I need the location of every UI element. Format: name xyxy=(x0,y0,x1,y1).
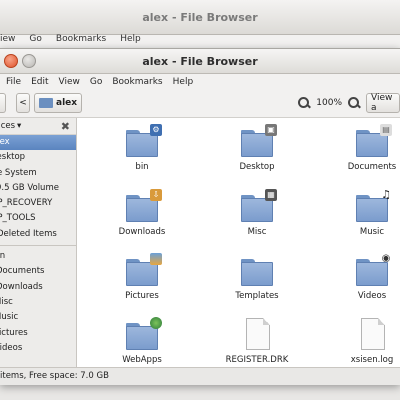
bookmark-music[interactable]: Music xyxy=(0,310,76,325)
folder-icon xyxy=(126,133,158,157)
titlebar: alex - File Browser xyxy=(0,49,400,74)
file-label: WebApps xyxy=(122,355,162,365)
file-label: Downloads xyxy=(118,227,166,237)
close-window-button[interactable] xyxy=(4,54,18,68)
folder-icon xyxy=(241,198,273,222)
file-item-pictures[interactable]: Pictures xyxy=(103,253,181,301)
sidebar-header[interactable]: Places ▾ ✖ xyxy=(0,118,76,135)
sidebar-item-desktop[interactable]: Desktop xyxy=(0,150,76,165)
status-bar: items, Free space: 7.0 GB xyxy=(0,367,400,385)
sidebar: Places ▾ ✖ alex Desktop File System 9.5 … xyxy=(0,118,77,368)
main-content: Places ▾ ✖ alex Desktop File System 9.5 … xyxy=(0,118,400,368)
sidebar-item-hp-tools[interactable]: HP_TOOLS xyxy=(0,211,76,226)
file-label: Desktop xyxy=(239,162,275,172)
menu-go[interactable]: Go xyxy=(90,77,102,87)
zoom-in-icon[interactable] xyxy=(348,97,360,109)
history-button[interactable] xyxy=(0,93,6,113)
bookmark-downloads[interactable]: Downloads xyxy=(0,280,76,295)
back-button[interactable]: < xyxy=(16,93,30,113)
download-icon: ⇩ xyxy=(150,189,162,201)
chevron-down-icon: ▾ xyxy=(17,121,22,131)
file-item-webapps[interactable]: WebApps xyxy=(103,317,181,365)
menubar: File Edit View Go Bookmarks Help xyxy=(0,74,400,89)
file-grid: ⚙ bin ▣ Desktop ▤ Documents ⇩ Downloads xyxy=(77,118,400,368)
folder-icon xyxy=(241,262,273,286)
text-file-icon xyxy=(361,318,385,350)
file-item-downloads[interactable]: ⇩ Downloads xyxy=(103,189,181,237)
folder-icon xyxy=(356,133,388,157)
zoom-controls: 100% View a xyxy=(298,93,400,113)
sidebar-item-alex[interactable]: alex xyxy=(0,135,76,151)
minimize-window-button[interactable] xyxy=(22,54,36,68)
folder-icon xyxy=(126,326,158,350)
desktop-icon: ▣ xyxy=(265,124,277,136)
file-item-register[interactable]: REGISTER.DRK xyxy=(218,317,296,365)
globe-icon xyxy=(150,317,162,329)
file-label: Music xyxy=(359,227,385,237)
bookmark-bin[interactable]: bin xyxy=(0,249,76,264)
document-icon: ▤ xyxy=(380,124,392,136)
menu-view[interactable]: View xyxy=(59,77,80,87)
file-item-templates[interactable]: Templates xyxy=(218,253,296,301)
bookmark-videos[interactable]: Videos xyxy=(0,341,76,356)
file-label: bin xyxy=(135,162,149,172)
window-title: alex - File Browser xyxy=(142,54,258,68)
sidebar-item-hp-recovery[interactable]: HP_RECOVERY xyxy=(0,196,76,211)
menu-go[interactable]: Go xyxy=(29,34,41,49)
folder-icon xyxy=(241,133,273,157)
view-mode-button[interactable]: View a xyxy=(366,93,400,113)
file-item-bin[interactable]: ⚙ bin xyxy=(103,124,181,172)
folder-icon xyxy=(126,198,158,222)
breadcrumb-label: alex xyxy=(56,98,78,108)
file-label: xsisen.log xyxy=(350,355,394,365)
file-item-log[interactable]: xsisen.log xyxy=(333,317,400,365)
film-icon: ◉ xyxy=(381,253,391,264)
file-label: Documents xyxy=(347,162,397,172)
bookmark-documents[interactable]: Documents xyxy=(0,264,76,279)
background-menubar: iew Go Bookmarks Help xyxy=(0,34,400,49)
file-label: REGISTER.DRK xyxy=(225,355,289,365)
box-icon: ▦ xyxy=(265,189,277,201)
file-label: Videos xyxy=(357,291,387,301)
sidebar-item-volume[interactable]: 9.5 GB Volume xyxy=(0,181,76,196)
folder-icon xyxy=(356,198,388,222)
music-icon: ♫ xyxy=(381,188,391,201)
gear-icon: ⚙ xyxy=(150,124,162,136)
folder-icon xyxy=(356,262,388,286)
bookmark-misc[interactable]: Misc xyxy=(0,295,76,310)
zoom-level: 100% xyxy=(316,98,342,108)
bookmark-pictures[interactable]: Pictures xyxy=(0,326,76,341)
menu-view[interactable]: iew xyxy=(0,34,15,49)
sidebar-title: Places xyxy=(0,121,16,131)
picture-icon xyxy=(150,253,162,265)
menu-help[interactable]: Help xyxy=(120,34,141,49)
sidebar-item-deleted[interactable]: Deleted Items xyxy=(0,227,76,242)
file-label: Misc xyxy=(247,227,267,237)
menu-bookmarks[interactable]: Bookmarks xyxy=(56,34,106,49)
toolbar: < alex 100% View a xyxy=(0,89,400,118)
file-label: Templates xyxy=(235,291,279,301)
file-item-music[interactable]: ♫ Music xyxy=(333,189,400,237)
menu-edit[interactable]: Edit xyxy=(31,77,48,87)
menu-bookmarks[interactable]: Bookmarks xyxy=(112,77,162,87)
file-item-misc[interactable]: ▦ Misc xyxy=(218,189,296,237)
zoom-out-icon[interactable] xyxy=(298,97,310,109)
menu-file[interactable]: File xyxy=(6,77,21,87)
sidebar-item-filesystem[interactable]: File System xyxy=(0,166,76,181)
home-folder-icon xyxy=(39,98,53,108)
background-status xyxy=(0,384,400,400)
file-item-documents[interactable]: ▤ Documents xyxy=(333,124,400,172)
menu-help[interactable]: Help xyxy=(173,77,194,87)
breadcrumb-alex[interactable]: alex xyxy=(34,93,83,113)
sidebar-separator xyxy=(0,245,76,247)
background-window-title: alex - File Browser xyxy=(0,0,400,35)
file-item-desktop[interactable]: ▣ Desktop xyxy=(218,124,296,172)
file-browser-window: alex - File Browser File Edit View Go Bo… xyxy=(0,48,400,385)
file-icon xyxy=(246,318,270,350)
folder-icon xyxy=(126,262,158,286)
close-sidebar-icon[interactable]: ✖ xyxy=(61,120,70,133)
file-item-videos[interactable]: ◉ Videos xyxy=(333,253,400,301)
file-label: Pictures xyxy=(125,291,159,301)
